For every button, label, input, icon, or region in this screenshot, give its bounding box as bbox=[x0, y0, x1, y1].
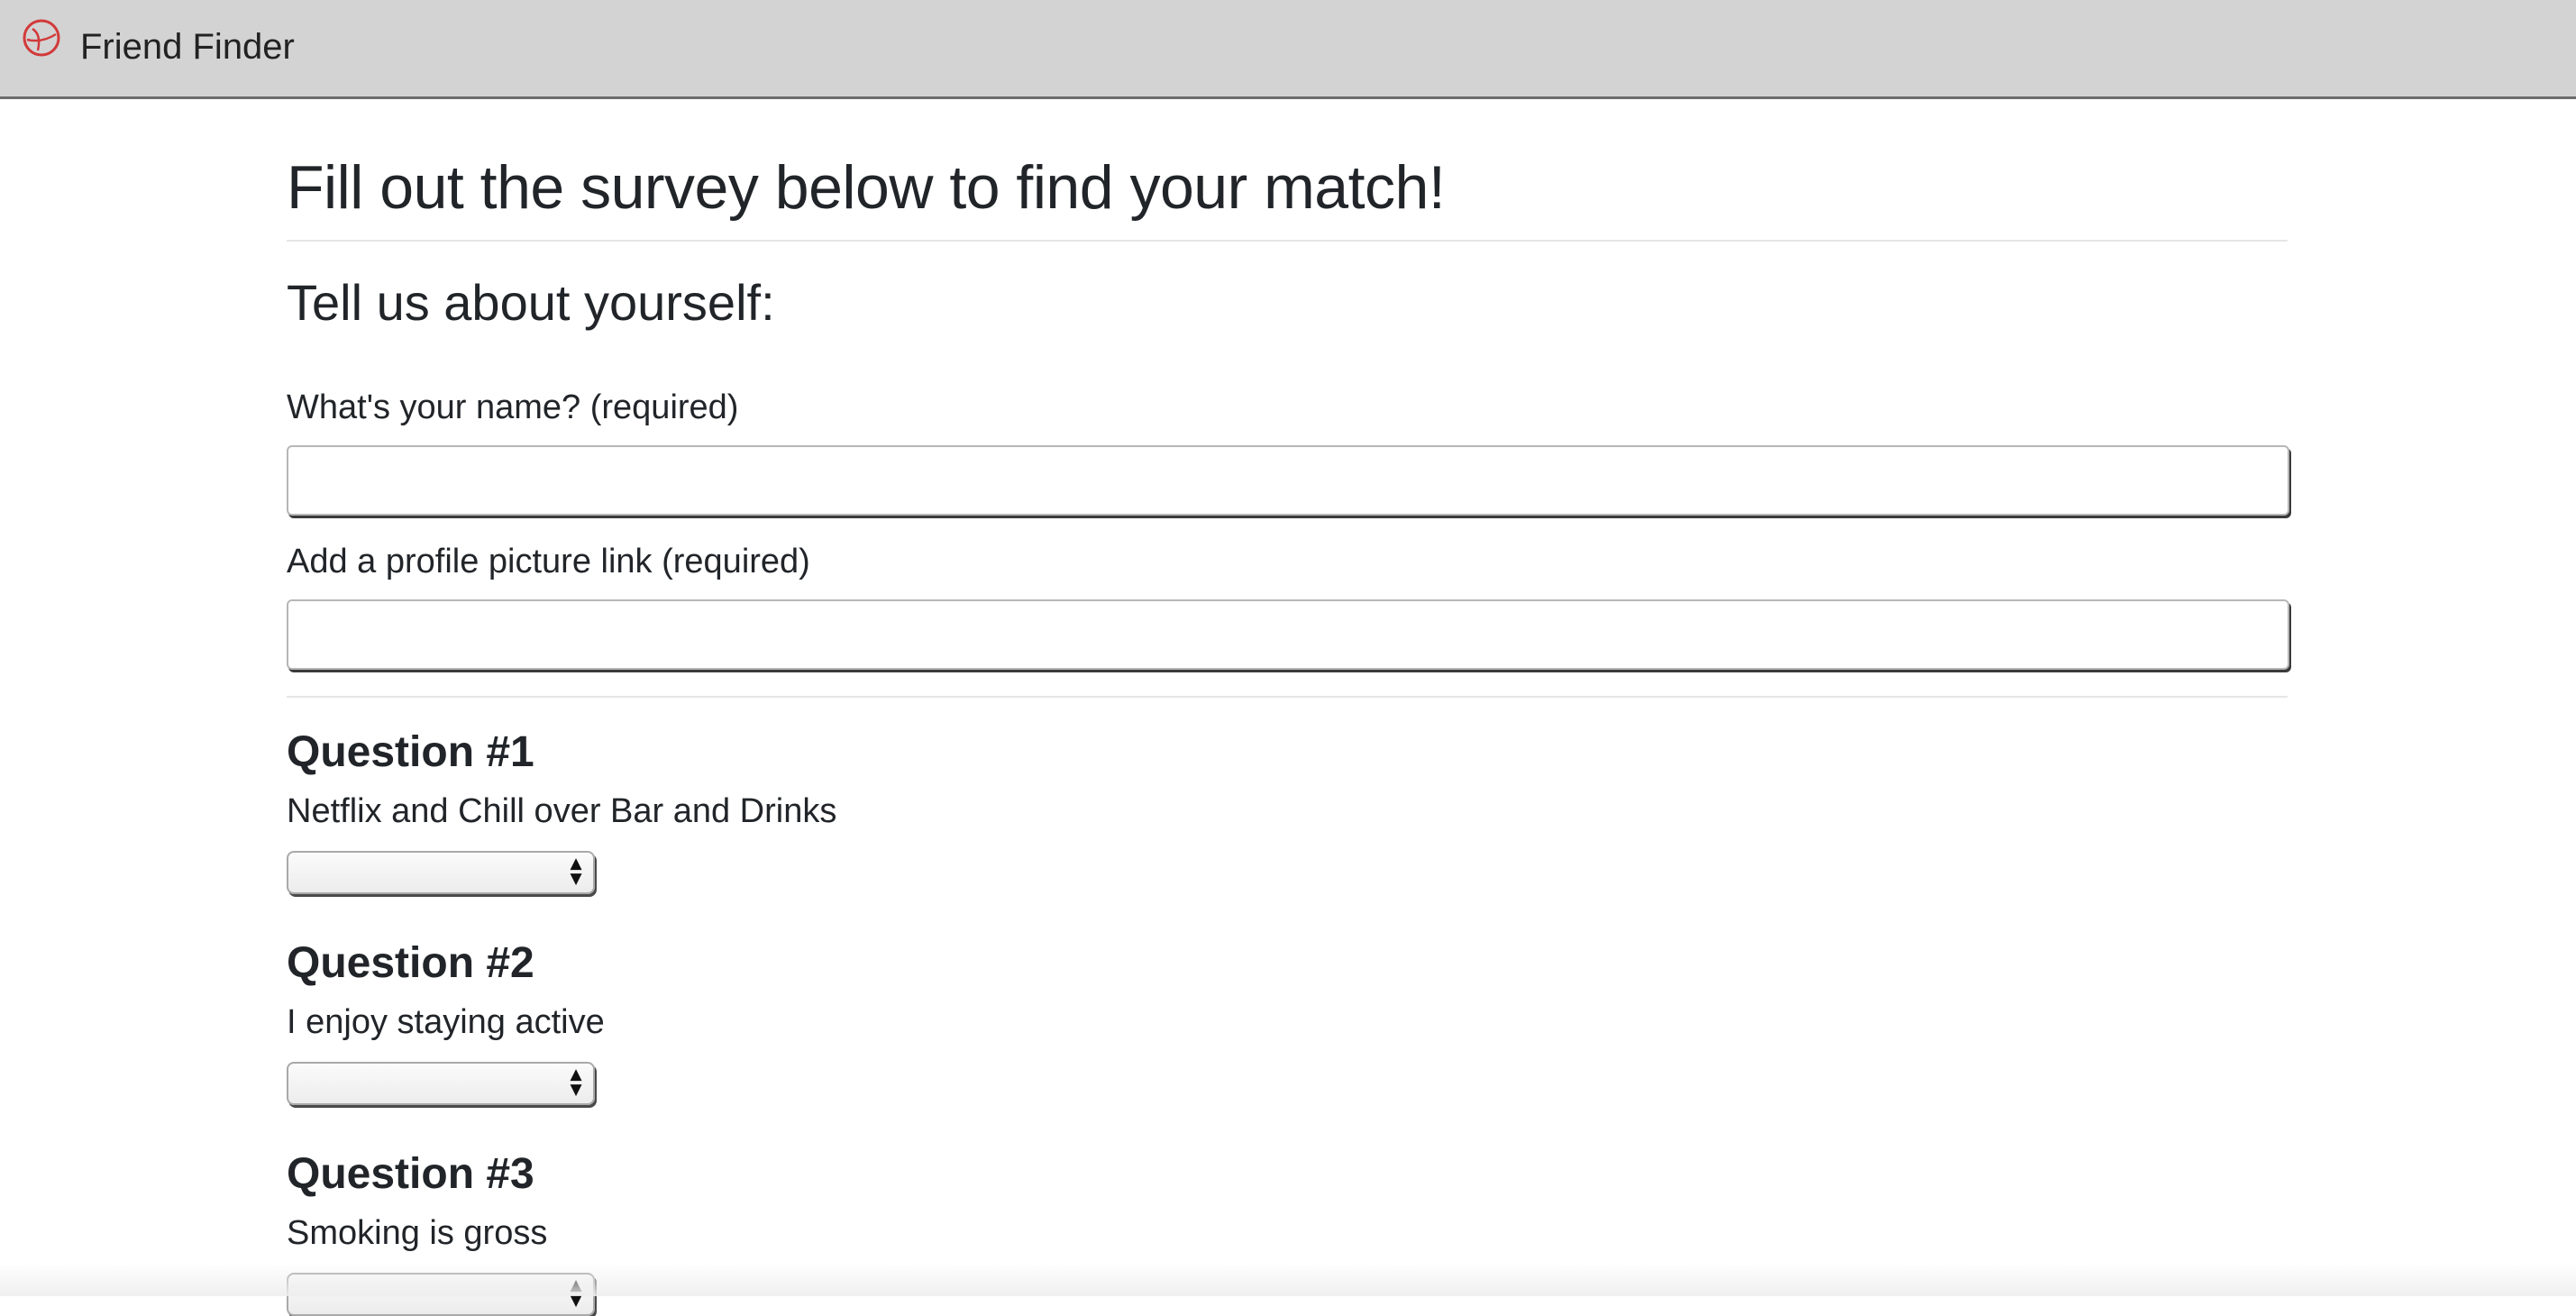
name-label: What's your name? (required) bbox=[287, 388, 739, 426]
name-input[interactable] bbox=[287, 445, 2289, 516]
question-1-select[interactable]: ▲ ▼ bbox=[287, 851, 595, 894]
question-3-text: Smoking is gross bbox=[287, 1214, 548, 1252]
bottom-scroll-fade bbox=[0, 1262, 2576, 1296]
select-arrows-icon: ▲▼ bbox=[570, 854, 582, 888]
question-2-select[interactable]: ▲ ▼ bbox=[287, 1062, 595, 1105]
page-title: Fill out the survey below to find your m… bbox=[287, 153, 1446, 222]
title-divider bbox=[287, 240, 2288, 242]
profile-picture-input[interactable] bbox=[287, 599, 2289, 670]
question-3-title: Question #3 bbox=[287, 1150, 534, 1198]
profile-picture-label: Add a profile picture link (required) bbox=[287, 543, 810, 580]
question-1-title: Question #1 bbox=[287, 728, 534, 776]
question-2-title: Question #2 bbox=[287, 939, 534, 987]
friend-finder-logo-icon[interactable] bbox=[20, 16, 63, 59]
question-2-text: I enjoy staying active bbox=[287, 1003, 605, 1041]
fields-divider bbox=[287, 696, 2288, 698]
section-title: Tell us about yourself: bbox=[287, 274, 775, 331]
navbar: Friend Finder bbox=[0, 0, 2576, 99]
select-arrows-icon: ▲▼ bbox=[570, 1065, 582, 1099]
question-1-text: Netflix and Chill over Bar and Drinks bbox=[287, 792, 837, 830]
brand-name[interactable]: Friend Finder bbox=[80, 23, 295, 70]
